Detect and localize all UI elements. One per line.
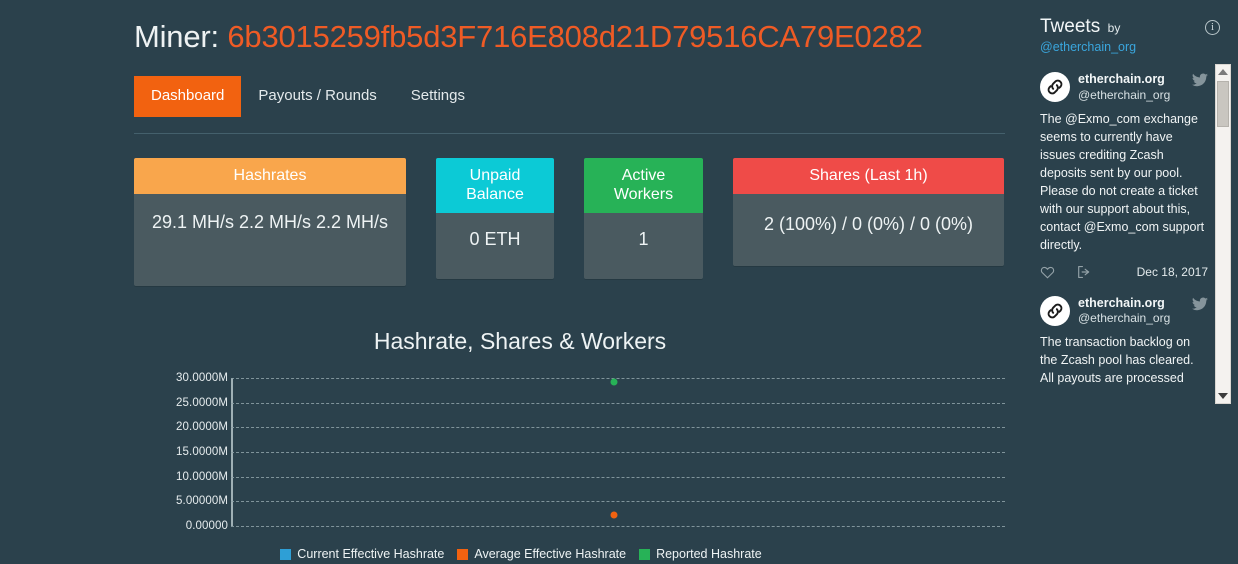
card-shares-last-1h: Shares (Last 1h) 2 (100%) / 0 (0%) / 0 (… [733,158,1004,266]
tweet-header: etherchain.org @etherchain_org [1040,295,1208,327]
hashrate-chart: Hashrate, Shares & Workers 0.00000 5.0000… [0,320,1030,564]
chart-legend-label: Average Effective Hashrate [474,547,627,561]
tweets-account-handle[interactable]: @etherchain_org [1040,40,1224,54]
chain-link-icon [1047,303,1063,318]
tweets-panel: Tweets by @etherchain_org i etherchain.o… [1030,0,1238,564]
chart-y-tick-label: 20.0000M [176,421,228,434]
card-active-workers: Active Workers 1 [584,158,703,279]
chart-title: Hashrate, Shares & Workers [373,328,667,354]
chart-legend-label: Current Effective Hashrate [297,547,445,561]
legend-swatch-icon [280,548,292,560]
scrollbar-thumb[interactable] [1217,81,1229,127]
tweets-list: etherchain.org @etherchain_org The @Exmo_c… [1030,64,1220,404]
tweet-item[interactable]: etherchain.org @etherchain_org The transac… [1030,288,1220,394]
chart-y-axis-ticks: 0.00000 5.00000M 10.0000M 15.0000M 20.0000M 2… [150,372,228,564]
twitter-bird-icon [1192,73,1208,87]
tweets-header: Tweets by @etherchain_org i [1030,0,1238,60]
chart-legend-item[interactable]: Reported Hashrate [639,547,762,561]
chart-y-tick-label: 25.0000M [176,396,228,409]
card-unpaid-balance: Unpaid Balance 0 ETH [436,158,554,279]
heart-icon[interactable] [1040,265,1055,280]
chart-gridline [231,501,1005,503]
tab-payouts-rounds[interactable]: Payouts / Rounds [241,76,393,117]
card-active-workers-title: Active Workers [584,158,703,213]
legend-swatch-icon [457,548,469,560]
tweet-author-name[interactable]: etherchain.org [1078,72,1170,88]
tweet-date: Dec 18, 2017 [1136,264,1208,279]
chart-gridline [231,427,1005,429]
tweet-item[interactable]: etherchain.org @etherchain_org The @Exmo_c… [1030,64,1220,288]
tweet-author: etherchain.org @etherchain_org [1078,296,1170,327]
chart-plot-area: 0.00000 5.00000M 10.0000M 15.0000M 20.0000M 2… [0,372,1030,564]
tweets-by-label: by [1107,21,1121,35]
card-shares-last-1h-value: 2 (100%) / 0 (0%) / 0 (0%) [733,194,1004,266]
tabs-divider [134,133,1005,134]
nav-tabs: Dashboard Payouts / Rounds Settings [134,76,482,117]
chart-data-point[interactable] [610,511,618,519]
legend-swatch-icon [639,548,651,560]
chain-link-icon [1047,79,1063,95]
avatar[interactable] [1040,295,1070,326]
tab-dashboard[interactable]: Dashboard [134,76,242,117]
chart-legend: Current Effective Hashrate Average Effect… [0,547,1030,561]
chart-legend-label: Reported Hashrate [656,547,762,561]
card-hashrates-title: Hashrates [134,158,406,194]
chart-gridlines [231,372,1005,564]
chart-legend-item[interactable]: Current Effective Hashrate [280,547,444,561]
card-shares-last-1h-title: Shares (Last 1h) [733,158,1004,194]
page-title-label: Miner: [134,19,219,54]
share-icon [1078,266,1090,279]
card-active-workers-value: 1 [584,213,703,279]
tweet-author-name[interactable]: etherchain.org [1078,296,1170,312]
avatar[interactable] [1040,72,1070,102]
tweet-author-handle[interactable]: @etherchain_org [1078,311,1170,326]
chart-y-tick-label: 5.00000M [176,495,228,508]
tweets-scrollbar[interactable] [1215,64,1231,404]
chart-gridline [231,452,1005,453]
tweet-text: The transaction backlog on the Zcash poo… [1040,335,1194,386]
page-title: Miner: 6b3015259fb5d3F716E808d21D79516CA… [0,0,1030,57]
tab-settings[interactable]: Settings [394,76,482,117]
chart-y-tick-label: 0.00000 [185,520,228,532]
tweet-text: The @Exmo_com exchange seems to currentl… [1040,111,1205,252]
tweet-header: etherchain.org @etherchain_org [1040,72,1208,103]
card-hashrates: Hashrates 29.1 MH/s 2.2 MH/s 2.2 MH/s [134,158,406,286]
stat-cards: Hashrates 29.1 MH/s 2.2 MH/s 2.2 MH/s Un… [134,158,1009,288]
chart-gridline [231,526,1005,527]
chart-y-tick-label: 15.0000M [176,446,228,458]
tweet-author: etherchain.org @etherchain_org [1078,72,1170,103]
twitter-bird-icon [1192,297,1208,311]
miner-address: 6b3015259fb5d3F716E808d21D79516CA79E0282 [227,19,923,54]
scroll-up-arrow-icon[interactable] [1216,65,1230,79]
card-hashrates-value: 29.1 MH/s 2.2 MH/s 2.2 MH/s [134,194,406,286]
chart-gridline [231,476,1005,478]
chart-y-tick-label: 30.0000M [176,372,228,384]
tweet-actions: Dec 18, 2017 [1040,264,1208,282]
card-unpaid-balance-title: Unpaid Balance [436,158,554,213]
miner-dashboard-page: Miner: 6b3015259fb5d3F716E808d21D79516CA… [0,0,1238,564]
chart-gridline [231,378,1005,379]
info-icon[interactable]: i [1205,20,1220,35]
scroll-down-arrow-icon[interactable] [1216,389,1230,403]
chart-legend-item[interactable]: Average Effective Hashrate [457,547,626,561]
twitter-bird-icon [1192,73,1208,87]
twitter-bird-icon [1192,297,1208,310]
chart-gridline [231,402,1005,404]
chart-data-point[interactable] [610,378,618,386]
tweet-author-handle[interactable]: @etherchain_org [1078,88,1170,103]
card-unpaid-balance-value: 0 ETH [436,213,554,279]
share-icon[interactable] [1077,265,1092,280]
main-content: Miner: 6b3015259fb5d3F716E808d21D79516CA… [0,0,1030,564]
tweets-title: Tweets [1040,16,1101,37]
chart-y-tick-label: 10.0000M [176,470,228,483]
heart-icon [1040,266,1055,279]
